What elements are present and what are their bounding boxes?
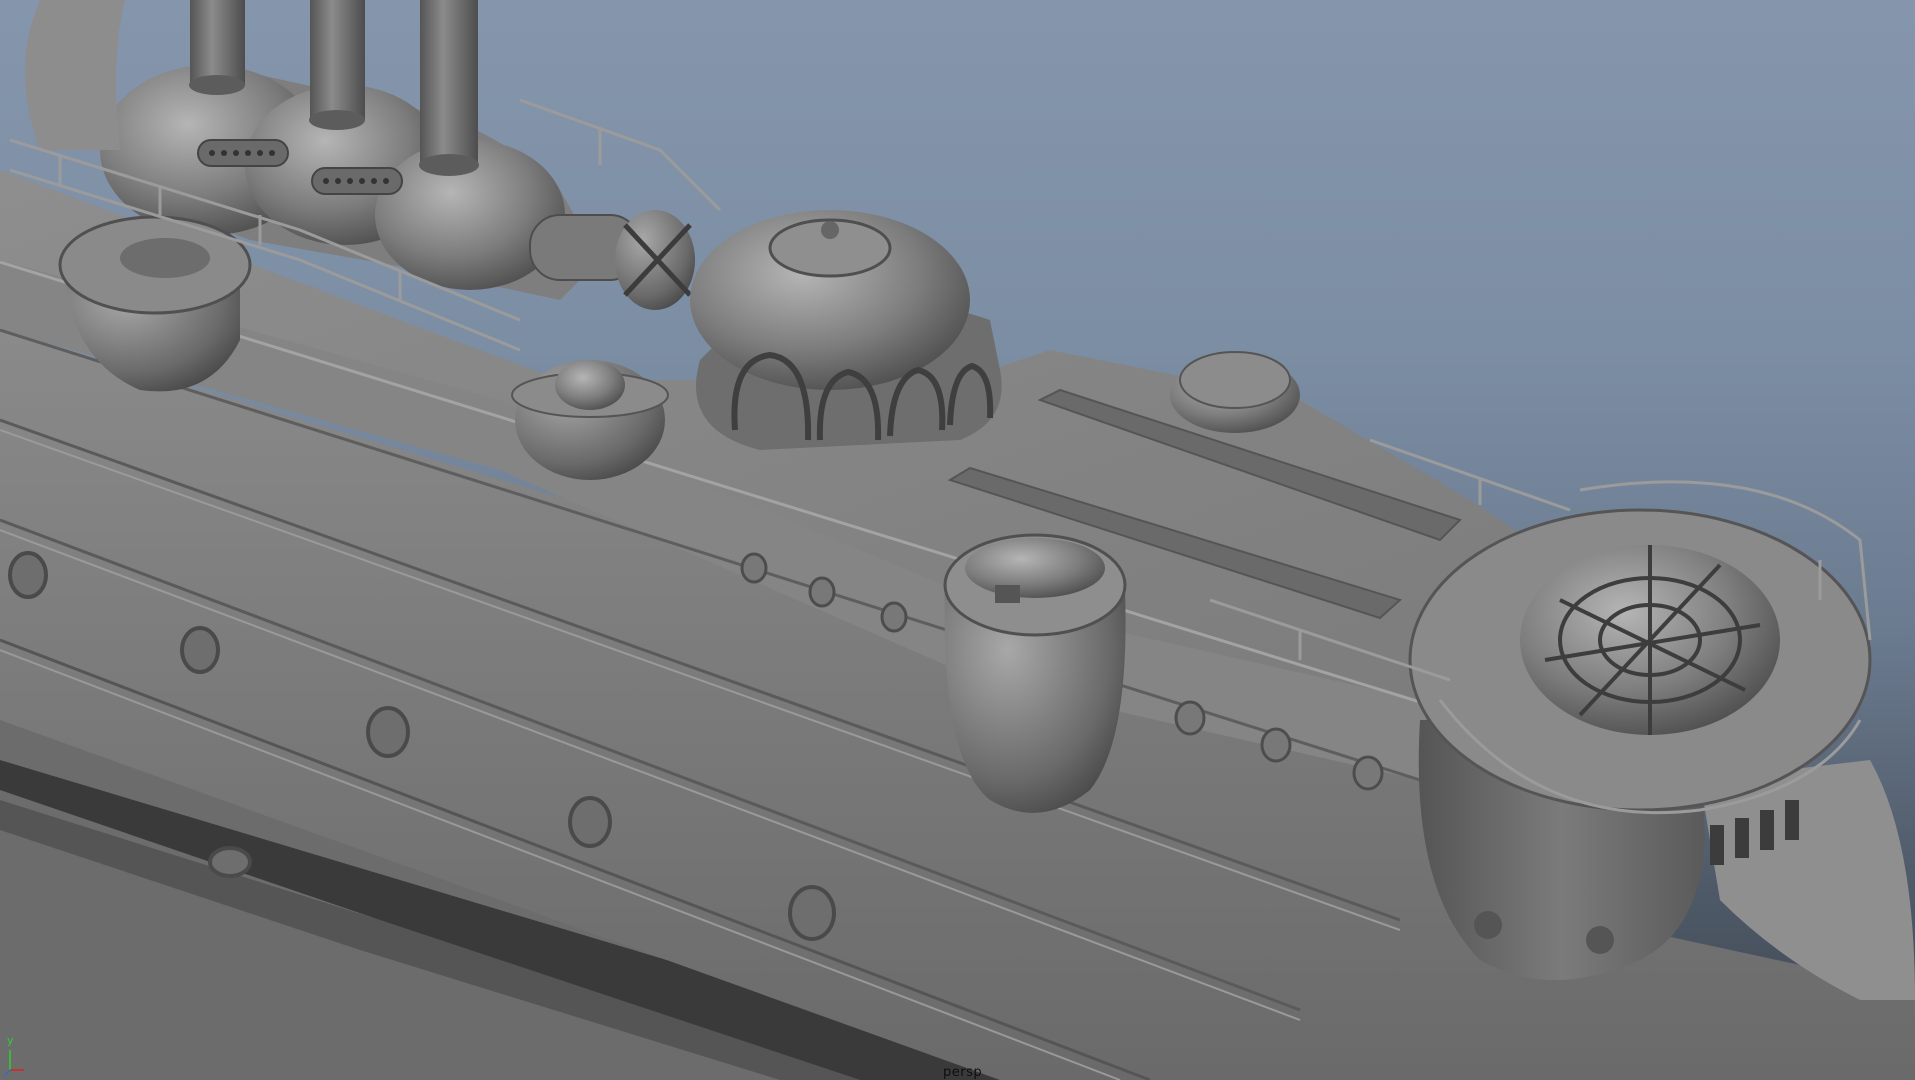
forward-turret — [1408, 508, 1915, 1000]
center-sponson — [943, 533, 1127, 813]
axis-y-label: y — [7, 1034, 14, 1047]
deck-hatch — [1170, 351, 1300, 433]
maya-perspective-viewport[interactable]: y persp — [0, 0, 1915, 1080]
axis-gizmo: y — [2, 1034, 32, 1076]
z-axis-line — [4, 1069, 11, 1076]
camera-name-label: persp — [943, 1065, 983, 1080]
ship-model-render[interactable] — [0, 0, 1915, 1080]
stern-horn — [25, 0, 125, 150]
observation-dome — [690, 210, 1002, 450]
